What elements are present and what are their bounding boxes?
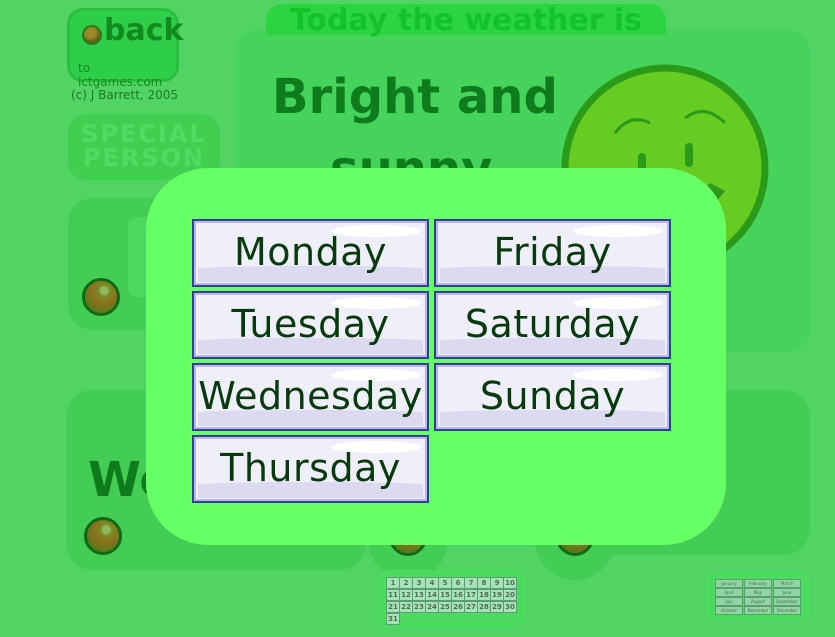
date-cell[interactable]: 29: [490, 601, 504, 613]
date-cell[interactable]: 14: [425, 589, 439, 601]
month-grid: January February March April May June July Augu…: [715, 579, 801, 615]
date-cell[interactable]: 21: [386, 601, 400, 613]
date-cell[interactable]: 31: [386, 613, 400, 625]
day-button-sunday[interactable]: Sunday: [434, 363, 671, 431]
day-button-monday[interactable]: Monday: [192, 219, 429, 287]
date-grid: 1 2 3 4 5 6 7 8 9 10 11 12 13 14 15 16 17 18 19 20 21 22 23 24 2…: [386, 577, 517, 625]
weather-title: Today the weather is: [289, 3, 643, 38]
month-cell[interactable]: March: [773, 579, 801, 588]
month-cell[interactable]: October: [715, 606, 743, 615]
day-button-friday[interactable]: Friday: [434, 219, 671, 287]
month-cell[interactable]: April: [715, 588, 743, 597]
date-cell[interactable]: 28: [477, 601, 491, 613]
month-cell[interactable]: February: [744, 579, 772, 588]
date-cell[interactable]: 9: [490, 577, 504, 589]
date-cell[interactable]: 2: [399, 577, 413, 589]
date-cell[interactable]: 22: [399, 601, 413, 613]
month-cell[interactable]: August: [744, 597, 772, 606]
date-cell[interactable]: 5: [438, 577, 452, 589]
date-cell[interactable]: 19: [490, 589, 504, 601]
day-label: Sunday: [479, 374, 626, 418]
month-cell[interactable]: June: [773, 588, 801, 597]
back-button[interactable]: back to ictgames.com: [67, 8, 183, 89]
date-cell[interactable]: 6: [451, 577, 465, 589]
date-cell[interactable]: 18: [477, 589, 491, 601]
date-cell[interactable]: 10: [503, 577, 517, 589]
special-line2: PERSON: [82, 144, 206, 172]
special-line1: SPECIAL: [81, 120, 207, 148]
date-cell[interactable]: 15: [438, 589, 452, 601]
day-button-saturday[interactable]: Saturday: [434, 291, 671, 359]
date-select-ball[interactable]: [84, 517, 122, 555]
day-label: Friday: [493, 230, 612, 274]
month-cell[interactable]: September: [773, 597, 801, 606]
day-button-wednesday[interactable]: Wednesday: [192, 363, 429, 431]
day-button-thursday[interactable]: Thursday: [192, 435, 429, 503]
date-cell[interactable]: 7: [464, 577, 478, 589]
day-label: Wednesday: [198, 374, 423, 418]
day-select-ball[interactable]: [82, 278, 120, 316]
month-cell[interactable]: May: [744, 588, 772, 597]
date-cell[interactable]: 23: [412, 601, 426, 613]
day-button-tuesday[interactable]: Tuesday: [192, 291, 429, 359]
day-label: Saturday: [464, 302, 641, 346]
day-label: Tuesday: [231, 302, 390, 346]
ball-icon: [82, 25, 102, 45]
month-cell[interactable]: January: [715, 579, 743, 588]
date-cell[interactable]: 11: [386, 589, 400, 601]
date-cell[interactable]: 24: [425, 601, 439, 613]
date-cell[interactable]: 3: [412, 577, 426, 589]
date-cell[interactable]: 1: [386, 577, 400, 589]
back-label: back: [104, 13, 184, 48]
date-cell[interactable]: 20: [503, 589, 517, 601]
month-cell[interactable]: December: [773, 606, 801, 615]
date-cell[interactable]: 17: [464, 589, 478, 601]
date-cell[interactable]: 12: [399, 589, 413, 601]
day-label: Monday: [233, 230, 387, 274]
date-cell[interactable]: 13: [412, 589, 426, 601]
weather-title-bar: Today the weather is: [266, 3, 666, 38]
date-cell[interactable]: 16: [451, 589, 465, 601]
date-cell[interactable]: 26: [451, 601, 465, 613]
day-label: Thursday: [220, 446, 401, 490]
date-cell[interactable]: 4: [425, 577, 439, 589]
copyright: (c) J Barrett, 2005: [71, 88, 179, 102]
month-cell[interactable]: July: [715, 597, 743, 606]
weather-line1: Bright and: [272, 69, 558, 125]
date-cell[interactable]: 30: [503, 601, 517, 613]
date-cell[interactable]: 8: [477, 577, 491, 589]
month-cell[interactable]: November: [744, 606, 772, 615]
site-label: to ictgames.com: [78, 61, 163, 89]
date-cell[interactable]: 27: [464, 601, 478, 613]
date-cell[interactable]: 25: [438, 601, 452, 613]
